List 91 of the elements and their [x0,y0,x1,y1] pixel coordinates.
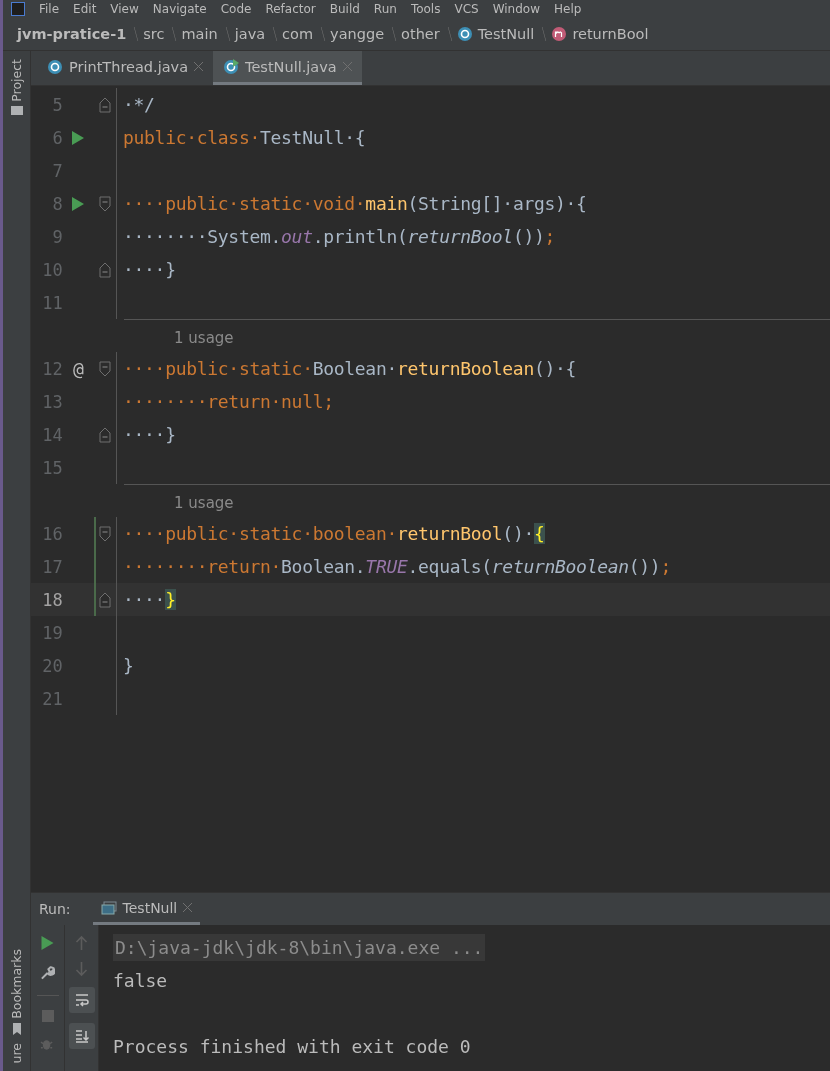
fold-icon[interactable] [99,525,112,542]
line-number: 21 [41,688,63,709]
line-number: 20 [41,655,63,676]
code-line: ····public·static·Boolean·returnBoolean()·{ [123,358,577,379]
fold-icon[interactable] [99,195,112,212]
folder-icon [10,105,23,115]
code-line: } [123,655,134,676]
breadcrumb[interactable]: TestNull [477,26,535,42]
menu-item[interactable]: File [39,2,60,16]
menu-item[interactable]: Build [329,2,360,16]
run-icon[interactable] [40,935,55,951]
console-line: Process finished with exit code 0 [113,1036,471,1057]
class-icon [456,26,473,42]
tool-window-button[interactable]: Project [9,59,24,102]
tool-window-button[interactable]: ure [9,1042,24,1063]
close-icon[interactable] [342,62,352,71]
line-number: 16 [41,523,63,544]
code-line: ····} [123,424,176,445]
code-line: public·class·TestNull·{ [123,127,366,148]
close-icon[interactable] [194,62,204,71]
fold-icon[interactable] [99,426,112,443]
soft-wrap-button[interactable] [68,987,95,1013]
breadcrumb[interactable]: yangge [330,26,385,42]
console-line: false [113,970,168,991]
line-number: 10 [41,259,63,280]
line-number: 13 [41,391,63,412]
app-logo-icon [11,2,25,16]
breadcrumb[interactable]: java [234,26,266,42]
breadcrumb[interactable]: com [282,26,314,42]
class-icon [47,58,63,75]
fold-icon[interactable] [99,360,112,377]
method-icon [551,26,568,42]
code-line: ····public·static·void·main(String[]·args)·{ [123,193,587,214]
code-line: ········return·null; [123,391,334,412]
code-line: ·*/ [123,94,155,115]
line-number: 5 [51,94,63,115]
breadcrumb[interactable]: main [181,26,218,42]
code-line: ····public·static·boolean·returnBool()·{ [123,523,545,544]
breadcrumb[interactable]: returnBool [572,26,649,42]
line-number: 9 [51,226,63,247]
line-number: 14 [41,424,63,445]
line-number: 18 [41,589,63,610]
breadcrumb[interactable]: jvm-pratice-1 [17,26,127,42]
down-arrow-icon[interactable] [74,961,89,977]
code-line: ····} [123,589,176,610]
fold-icon[interactable] [99,591,112,608]
line-number: 11 [41,292,63,313]
menu-item[interactable]: Run [373,2,397,16]
wrench-icon[interactable] [40,965,55,981]
close-icon[interactable] [183,903,193,912]
scroll-to-end-icon [73,1028,90,1044]
soft-wrap-icon [73,992,90,1008]
menu-item[interactable]: VCS [454,2,479,16]
fold-icon[interactable] [99,261,112,278]
menu-item[interactable]: Navigate [152,2,207,16]
fold-icon[interactable] [99,96,112,113]
menu-item[interactable]: Edit [73,2,97,16]
menu-item[interactable]: Help [554,2,582,16]
code-line: ········System.out.println(returnBool()); [123,226,556,247]
up-arrow-icon[interactable] [74,935,89,951]
file-tab[interactable]: TestNull.java [213,51,362,85]
run-icon[interactable] [72,130,85,145]
file-tab[interactable]: PrintThread.java [37,51,214,85]
run-tab[interactable]: TestNull [92,893,201,925]
line-number: 19 [41,622,63,643]
menu-item[interactable]: Code [220,2,252,16]
line-number: 15 [41,457,63,478]
menu-item[interactable]: Refactor [265,2,316,16]
line-number: 7 [51,160,63,181]
bookmark-icon [11,1022,22,1035]
panel-label: Run: [39,901,71,917]
line-number: 8 [51,193,63,214]
code-line: ········return·Boolean.TRUE.equals(returnBoolean()); [123,556,671,577]
usage-hint[interactable]: 1 usage [174,493,234,512]
stop-icon[interactable] [41,1010,54,1022]
line-number: 12 [41,358,63,379]
tool-window-button[interactable]: Bookmarks [9,948,24,1019]
line-number: 17 [41,556,63,577]
class-icon [223,58,240,75]
breadcrumb[interactable]: other [401,26,440,42]
menu-item[interactable]: Tools [410,2,441,16]
scroll-to-end-button[interactable] [68,1023,95,1049]
run-icon[interactable] [72,196,85,211]
breadcrumb[interactable]: src [143,26,165,42]
window-icon [100,899,117,916]
line-number: 6 [51,127,63,148]
menu-item[interactable]: View [110,2,139,16]
menu-item[interactable]: Window [492,2,540,16]
usage-hint[interactable]: 1 usage [174,328,234,347]
code-line: ····} [123,259,176,280]
gutter-marker[interactable]: @ [73,358,84,379]
